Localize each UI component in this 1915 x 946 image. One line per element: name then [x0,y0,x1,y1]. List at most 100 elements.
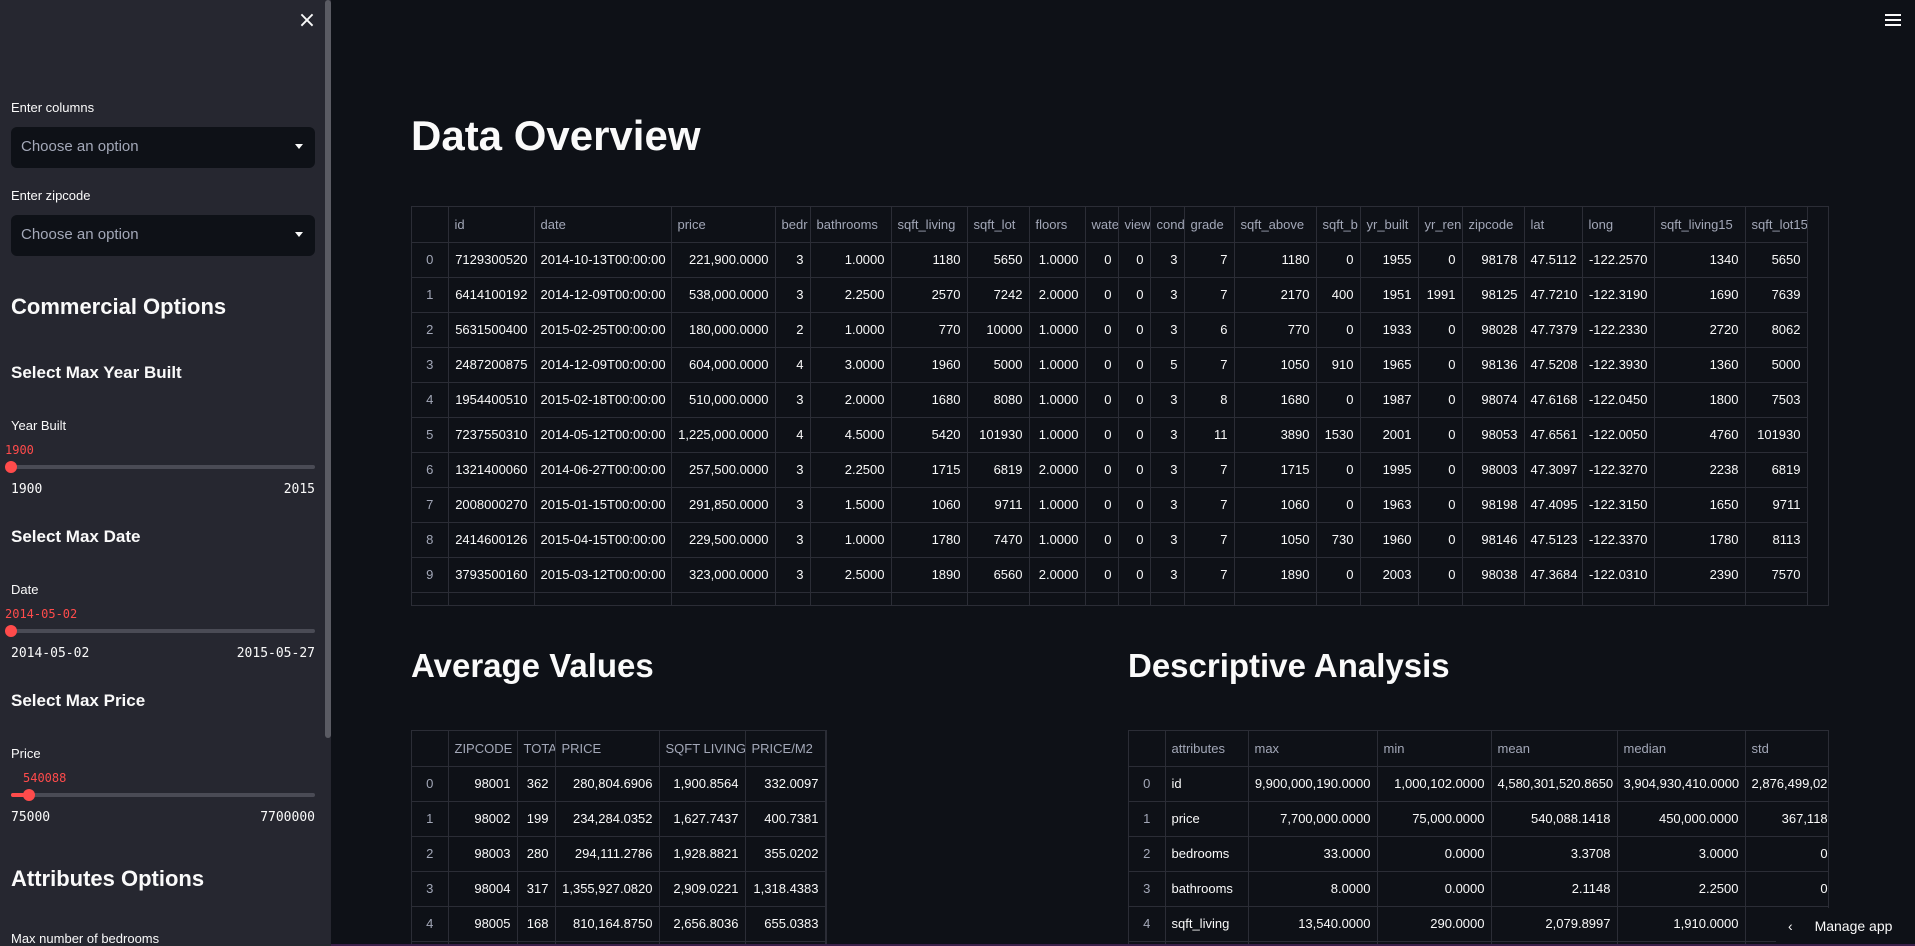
column-header[interactable]: yr_built [1360,207,1419,243]
column-header[interactable]: sqft_b [1316,207,1361,243]
column-header[interactable]: sqft_living15 [1654,207,1746,243]
column-header[interactable]: sqft_above [1234,207,1317,243]
table-row[interactable]: 9 3793500160 2015-03-12T00:00:00 323,000.00… [412,557,1808,593]
table-row-empty [412,592,1808,605]
year-slider-thumb[interactable] [5,461,17,473]
table-cell: 7639 [1745,277,1808,313]
table-cell: -122.0310 [1582,557,1655,593]
date-heading: Select Max Date [11,527,141,546]
table-cell: 280,804.6906 [555,766,660,802]
column-header[interactable]: TOTA [517,731,556,767]
table-cell [671,592,776,605]
column-header[interactable]: sqft_lot [967,207,1030,243]
table-row[interactable]: 3 2487200875 2014-12-09T00:00:00 604,000.00… [412,347,1808,383]
price-slider-thumb[interactable] [23,789,36,801]
table-row[interactable]: 4 98005 168 810,164.8750 2,656.8036 655.0383 [412,906,826,942]
table-row[interactable]: 3 98004 317 1,355,927.0820 2,909.0221 1,318.4… [412,871,826,907]
column-header[interactable] [1129,731,1166,767]
table-cell: 8113 [1745,522,1808,558]
table-row[interactable]: 4 1954400510 2015-02-18T00:00:00 510,000.00… [412,382,1808,418]
table-cell: 362 [517,766,556,802]
column-header[interactable]: grade [1184,207,1235,243]
descriptive-analysis-dataframe[interactable]: attributes max min mean median std 0 id 9,900,00… [1128,730,1829,946]
row-index: 9 [412,557,449,593]
table-row[interactable]: 7 2008000270 2015-01-15T00:00:00 291,850.00… [412,487,1808,523]
column-header[interactable]: price [671,207,776,243]
close-icon[interactable]: × [296,10,318,32]
price-slider[interactable] [11,789,315,801]
column-header[interactable]: lat [1524,207,1583,243]
row-index: 2 [412,836,449,872]
table-cell [1184,592,1235,605]
attributes-heading: Attributes Options [11,866,205,891]
average-values-heading: Average Values [411,647,654,684]
table-cell: 7503 [1745,382,1808,418]
overview-dataframe[interactable]: id date price bedr bathrooms sqft_living sqft_… [411,206,1829,606]
table-row[interactable]: 3bathrooms8.00000.00002.11482.25000.7 [1129,871,1828,907]
year-slider[interactable] [5,461,315,473]
manage-app-button[interactable]: ‹ Manage app [1776,908,1915,946]
table-row[interactable]: 2 5631500400 2015-02-25T00:00:00 180,000.00… [412,312,1808,348]
table-row[interactable]: 2bedrooms33.00000.00003.37083.00000.9 [1129,836,1828,872]
table-row[interactable]: 2 98003 280 294,111.2786 1,928.8821 355.0202 [412,836,826,872]
column-header[interactable] [412,207,449,243]
hamburger-menu-icon[interactable] [1885,14,1901,28]
table-row[interactable]: 8 2414600126 2015-04-15T00:00:00 229,500.00… [412,522,1808,558]
table-cell: 1,928.8821 [659,836,746,872]
column-header[interactable]: sqft_lot15 [1745,207,1808,243]
column-header[interactable]: PRICE/M2 [745,731,826,767]
column-header[interactable]: sqft_living [891,207,968,243]
table-row[interactable]: 1 6414100192 2014-12-09T00:00:00 538,000.00… [412,277,1808,313]
table-row[interactable]: 0 id 9,900,000,190.0000 1,000,102.0000 4,580… [1129,766,1828,802]
table-cell: 1680 [891,382,968,418]
columns-select[interactable]: Choose an option [11,127,315,168]
table-row[interactable]: 0 98001 362 280,804.6906 1,900.8564 332.0097 [412,766,826,802]
table-cell: 1955 [1360,242,1419,278]
column-header[interactable]: PRICE [555,731,660,767]
average-values-dataframe[interactable]: ZIPCODE TOTA PRICE SQFT LIVING PRICE/M2 0 9800… [411,730,827,946]
column-header[interactable]: wate [1085,207,1119,243]
column-header[interactable]: long [1582,207,1655,243]
column-header[interactable]: floors [1029,207,1086,243]
date-slider[interactable] [5,625,315,637]
table-cell: 98146 [1462,522,1525,558]
sidebar-scrollbar[interactable] [325,0,331,738]
table-cell: 0 [1418,557,1463,593]
table-row[interactable]: 4 sqft_living 13,540.0000 290.0000 2,079.899… [1129,906,1828,942]
column-header[interactable]: zipcode [1462,207,1525,243]
price-max: 7700000 [260,810,315,825]
column-header[interactable]: date [534,207,672,243]
column-header[interactable]: SQFT LIVING [659,731,746,767]
column-header[interactable]: view [1118,207,1151,243]
table-cell: 47.5123 [1524,522,1583,558]
table-row[interactable]: 5 7237550310 2014-05-12T00:00:00 1,225,000.… [412,417,1808,453]
column-header[interactable]: attributes [1165,731,1249,767]
column-header[interactable] [412,731,449,767]
column-header[interactable]: bedr [775,207,811,243]
column-header[interactable]: ZIPCODE [448,731,518,767]
table-cell: 2014-05-12T00:00:00 [534,417,672,453]
table-row[interactable]: 6 1321400060 2014-06-27T00:00:00 257,500.00… [412,452,1808,488]
date-slider-thumb[interactable] [5,625,17,637]
year-slider-value: 1900 [5,443,34,457]
table-row[interactable]: 0 7129300520 2014-10-13T00:00:00 221,900.00… [412,242,1808,278]
table-cell: 3 [1150,557,1185,593]
column-header[interactable]: max [1248,731,1378,767]
column-header[interactable]: mean [1491,731,1618,767]
column-header[interactable]: median [1617,731,1746,767]
table-row[interactable]: 1 98002 199 234,284.0352 1,627.7437 400.7381 [412,801,826,837]
column-header[interactable]: bathrooms [810,207,892,243]
column-header[interactable]: yr_ren [1418,207,1463,243]
column-header[interactable]: id [448,207,535,243]
column-header[interactable]: std [1745,731,1828,767]
table-cell: 2,079.8997 [1491,906,1618,942]
table-cell: 0 [1316,242,1361,278]
row-index: 1 [1129,801,1166,837]
table-row[interactable]: 1 price 7,700,000.0000 75,000.0000 540,088.1… [1129,801,1828,837]
zipcode-select[interactable]: Choose an option [11,215,315,256]
zipcode-select-placeholder: Choose an option [21,226,139,243]
column-header[interactable]: min [1377,731,1492,767]
date-max: 2015-05-27 [236,646,315,661]
table-cell: 0 [1418,347,1463,383]
column-header[interactable]: cond [1150,207,1185,243]
